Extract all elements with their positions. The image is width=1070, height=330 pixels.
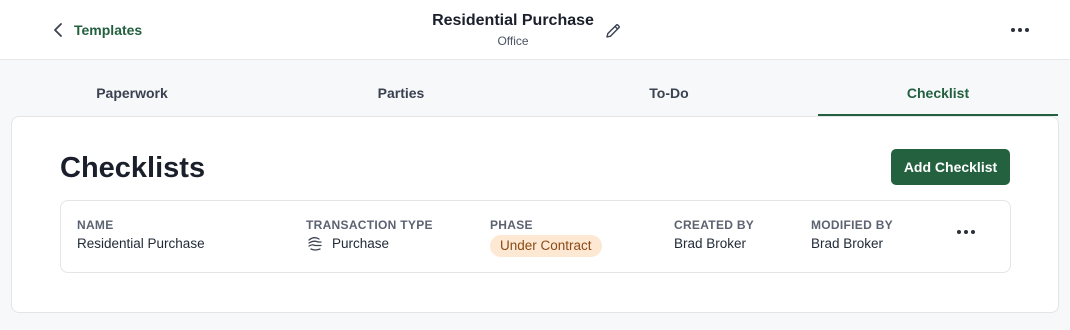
transaction-type-value-wrap: Purchase (306, 235, 433, 252)
modified-by-cell: MODIFIED BY Brad Broker (811, 218, 893, 252)
page-subtitle: Office (497, 34, 529, 48)
tab-paperwork[interactable]: Paperwork (12, 74, 252, 116)
checklist-row[interactable]: NAME Residential Purchase TRANSACTION TY… (60, 200, 1011, 273)
transaction-type-value: Purchase (332, 236, 390, 251)
pencil-icon[interactable] (604, 22, 622, 40)
row-more-button[interactable] (952, 221, 980, 243)
header-more-button[interactable] (1006, 18, 1034, 42)
phase-column-label: PHASE (490, 218, 533, 232)
checklists-card: Checklists Add Checklist NAME Residentia… (11, 116, 1059, 313)
name-column-label: NAME (77, 218, 114, 232)
add-checklist-button[interactable]: Add Checklist (891, 149, 1010, 185)
tab-to-do[interactable]: To-Do (549, 74, 789, 116)
page-title: Residential Purchase (432, 12, 594, 29)
transaction-type-column-label: TRANSACTION TYPE (306, 218, 433, 232)
transaction-type-cell: TRANSACTION TYPE Purchase (306, 218, 433, 252)
created-by-value: Brad Broker (674, 236, 747, 251)
name-value: Residential Purchase (77, 236, 205, 251)
modified-by-column-label: MODIFIED BY (811, 218, 893, 232)
section-title: Checklists (60, 152, 206, 184)
modified-by-value: Brad Broker (811, 236, 884, 251)
phase-cell: PHASE Under Contract (490, 218, 602, 257)
created-by-cell: CREATED BY Brad Broker (674, 218, 754, 252)
title-block: Residential Purchase Office (0, 11, 1026, 49)
tab-checklist[interactable]: Checklist (818, 74, 1058, 116)
top-header: Templates Residential Purchase Office (0, 0, 1070, 60)
tab-bar: Paperwork Parties To-Do Checklist (0, 74, 1070, 116)
more-horizontal-icon (957, 230, 975, 234)
more-horizontal-icon (1011, 28, 1029, 32)
purchase-icon (308, 236, 322, 251)
created-by-column-label: CREATED BY (674, 218, 755, 232)
phase-badge: Under Contract (490, 235, 602, 257)
name-cell: NAME Residential Purchase (77, 218, 205, 252)
tab-parties[interactable]: Parties (281, 74, 521, 116)
